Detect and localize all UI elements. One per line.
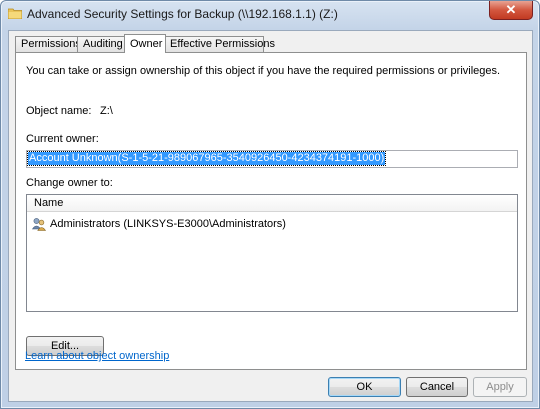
list-item[interactable]: Administrators (LINKSYS-E3000\Administra… (27, 215, 517, 233)
cancel-button[interactable]: Cancel (406, 377, 468, 397)
current-owner-label: Current owner: (26, 133, 99, 145)
change-owner-list[interactable]: Name Administrators (LINKSYS-E3000\Admin… (26, 194, 518, 312)
window-title: Advanced Security Settings for Backup (\… (27, 7, 338, 21)
current-owner-value: Account Unknown(S-1-5-21-989067965-35409… (26, 151, 387, 166)
close-icon: ✕ (505, 2, 517, 17)
dialog-client-area: Permissions Auditing Owner Effective Per… (8, 30, 533, 402)
current-owner-field[interactable]: Account Unknown(S-1-5-21-989067965-35409… (26, 150, 518, 168)
folder-icon (8, 8, 22, 19)
learn-ownership-link[interactable]: Learn about object ownership (25, 350, 169, 362)
object-name-value: Z:\ (100, 105, 113, 117)
dialog-window: Advanced Security Settings for Backup (\… (0, 0, 540, 409)
tab-auditing[interactable]: Auditing (77, 36, 127, 52)
tab-label: Owner (130, 38, 163, 50)
column-header-label: Name (34, 197, 64, 209)
tab-effective-permissions[interactable]: Effective Permissions (164, 36, 275, 52)
tab-label: Permissions (21, 38, 81, 50)
ok-button[interactable]: OK (328, 377, 401, 397)
close-button[interactable]: ✕ (489, 1, 533, 20)
apply-button[interactable]: Apply (473, 377, 527, 397)
change-owner-label: Change owner to: (26, 177, 113, 189)
object-name-label: Object name: (26, 105, 92, 117)
tab-permissions[interactable]: Permissions (15, 36, 81, 52)
title-bar[interactable]: Advanced Security Settings for Backup (\… (1, 1, 539, 27)
owner-tab-panel: You can take or assign ownership of this… (15, 52, 527, 370)
owner-name: Administrators (LINKSYS-E3000\Administra… (50, 218, 286, 230)
tab-label: Auditing (83, 38, 123, 50)
intro-text: You can take or assign ownership of this… (26, 65, 501, 77)
list-column-header-name[interactable]: Name (27, 195, 517, 212)
tab-owner[interactable]: Owner (124, 34, 166, 53)
tab-label: Effective Permissions (170, 38, 275, 50)
user-group-icon (32, 218, 46, 231)
